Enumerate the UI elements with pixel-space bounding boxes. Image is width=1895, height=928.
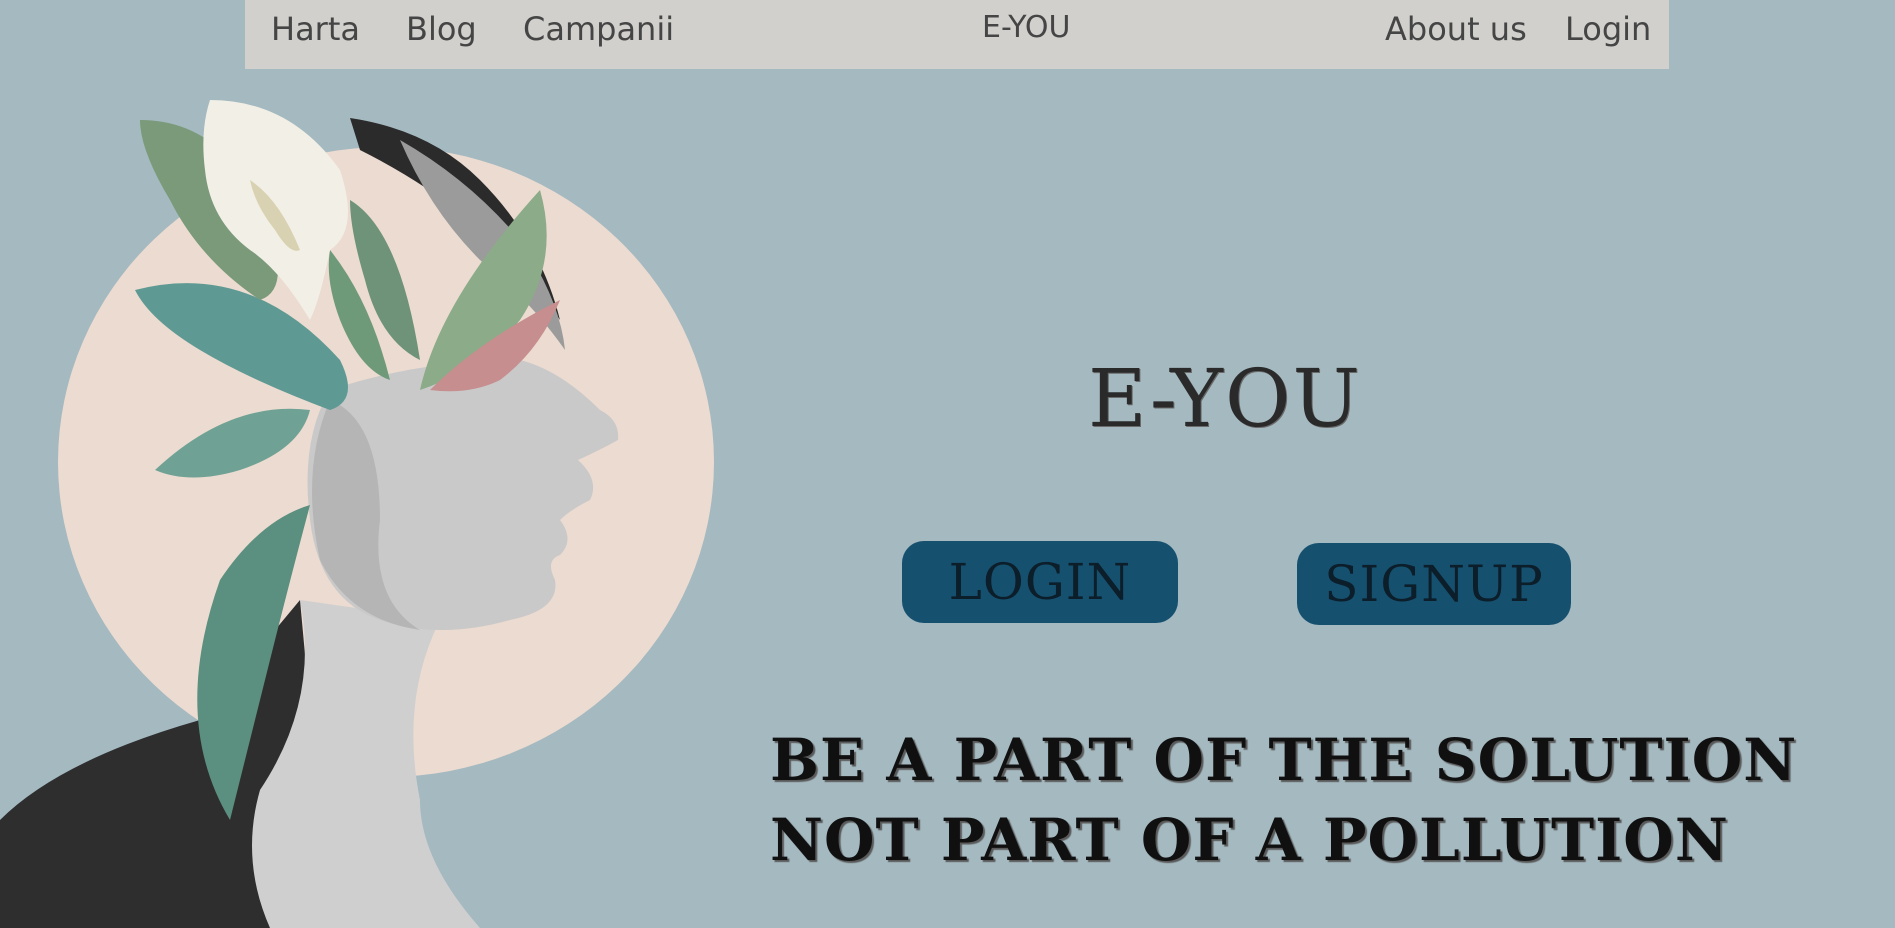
nav-link-login[interactable]: Login — [1565, 10, 1651, 48]
signup-button[interactable]: SIGNUP — [1297, 543, 1571, 625]
hero-title: E-YOU — [1088, 352, 1362, 445]
login-button[interactable]: LOGIN — [902, 541, 1178, 623]
nav-link-blog[interactable]: Blog — [406, 10, 477, 48]
nav-link-campanii[interactable]: Campanii — [523, 10, 674, 48]
hero-illustration — [0, 100, 714, 928]
top-navigation-bar: Harta Blog Campanii E-YOU About us Login — [245, 0, 1669, 69]
nav-link-about-us[interactable]: About us — [1385, 10, 1527, 48]
nav-brand[interactable]: E-YOU — [982, 10, 1070, 45]
slogan-line-2: NOT PART OF A POLLUTION — [770, 806, 1729, 874]
slogan-line-1: BE A PART OF THE SOLUTION — [770, 726, 1798, 794]
nav-link-harta[interactable]: Harta — [271, 10, 360, 48]
